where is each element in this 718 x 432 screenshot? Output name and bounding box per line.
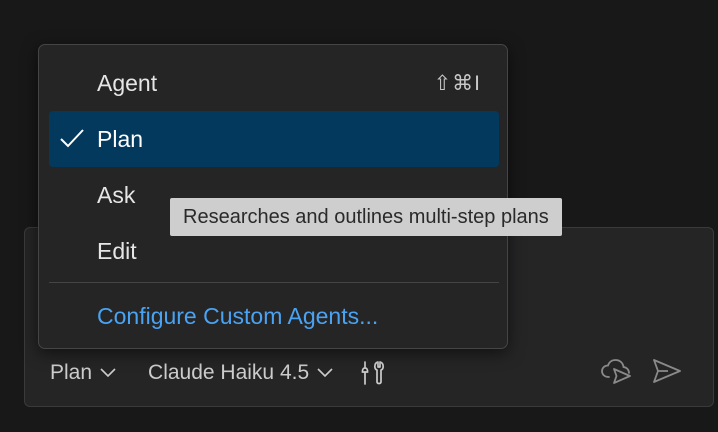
tools-icon[interactable] <box>361 360 385 386</box>
model-picker-label: Claude Haiku 4.5 <box>148 361 310 384</box>
cloud-upload-icon[interactable] <box>600 357 632 390</box>
menu-separator <box>49 282 499 283</box>
mode-picker-label: Plan <box>50 361 93 384</box>
mode-description-tooltip: Researches and outlines multi-step plans <box>170 198 562 236</box>
chat-actions <box>600 356 682 390</box>
agent-mode-menu: Agent ⇧⌘I Plan Ask Edit Configure Custom… <box>38 44 508 349</box>
configure-label: Configure Custom Agents... <box>97 302 379 329</box>
mode-picker-button[interactable]: Plan <box>50 361 116 385</box>
menu-item-agent[interactable]: Agent ⇧⌘I <box>49 55 499 111</box>
menu-item-label: Plan <box>97 125 144 152</box>
menu-item-label: Agent <box>97 69 158 96</box>
send-icon[interactable] <box>652 358 682 389</box>
chat-toolbar: Plan Claude Haiku 4.5 <box>50 356 385 390</box>
model-picker-button[interactable]: Claude Haiku 4.5 <box>148 361 333 385</box>
menu-item-label: Edit <box>97 237 137 264</box>
menu-item-plan[interactable]: Plan <box>49 111 499 167</box>
keyboard-shortcut: ⇧⌘I <box>433 71 481 95</box>
configure-custom-agents-link[interactable]: Configure Custom Agents... <box>49 288 499 344</box>
menu-item-label: Ask <box>97 181 136 208</box>
chevron-down-icon <box>100 368 116 378</box>
chevron-down-icon <box>317 368 333 378</box>
check-icon <box>59 128 85 150</box>
